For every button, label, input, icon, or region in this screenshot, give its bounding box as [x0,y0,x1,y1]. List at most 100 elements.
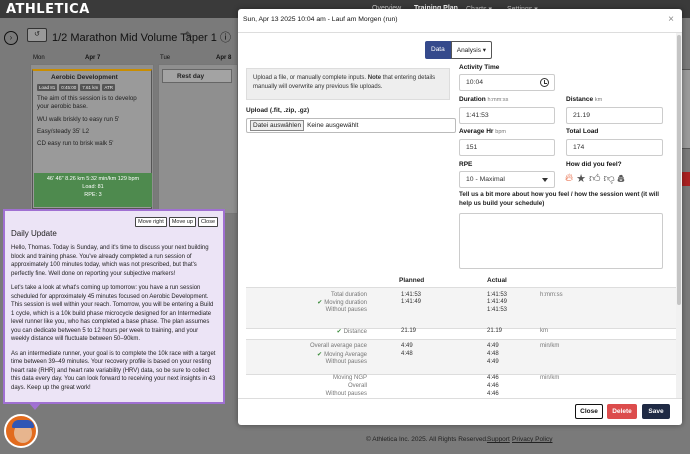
daily-update-title: Daily Update [11,229,57,238]
compare-unit-value: min/km [540,375,560,381]
day-column-tue [158,64,238,214]
compare-row-label: Overall average pace [309,343,367,349]
planned-header: Planned [399,277,425,284]
upload-info: Upload a file, or manually complete inpu… [246,68,450,100]
daily-update-paragraph: Let's take a look at what's coming up to… [11,285,214,343]
thumbs-down-icon[interactable]: 👎︎ [603,172,614,187]
chevron-down-icon [542,178,548,182]
tab-analysis[interactable]: Analysis ▾ [450,41,493,59]
daily-update-paragraph: As an intermediate runner, your goal is … [11,350,216,391]
session-title: Aerobic Development [51,74,118,81]
activity-time-input[interactable]: 10:04 [459,74,555,91]
check-icon: ✔ [317,300,323,306]
daily-update-paragraph: Hello, Thomas. Today is Sunday, and it's… [11,245,209,277]
day-header-mon: Mon [33,55,45,61]
rest-day-card[interactable]: Rest day [162,69,232,83]
session-step: WU walk briskly to easy run 5' [37,115,120,123]
session-stats: 46' 46" 8.26 km 5:32 min/km 129 bpm Load… [34,173,152,207]
compare-row-label: Overall [347,383,367,389]
compare-group-distance [246,328,676,337]
close-button[interactable]: Close [575,404,603,419]
delete-button[interactable]: Delete [607,404,637,419]
thumbs-up-icon[interactable]: 👍︎ [589,172,601,187]
tab-data[interactable]: Data [425,41,451,59]
compare-row-label: ✔ Moving Average [317,352,367,358]
check-icon: ✔ [336,329,342,335]
daily-update-controls: Move right Move up Close [135,217,218,227]
compare-unit-value: km [540,328,548,334]
modal-scroll-thumb[interactable] [677,35,681,305]
daily-close-button[interactable]: Close [197,217,218,227]
compare-row-label: Without pauses [325,391,367,397]
footer-copyright: © Athletica Inc. 2025. All Rights Reserv… [366,436,488,443]
distance-input[interactable]: 21.19 [566,107,663,124]
fire-icon[interactable]: 🔥︎ [565,172,573,187]
session-description: The aim of this session is to develop yo… [37,95,137,111]
compare-actual-value: 1:41:53 [487,292,508,298]
compare-actual-value: 4:46 [487,383,499,389]
duration-input[interactable]: 1:41:53 [459,107,555,124]
modal-title: Sun, Apr 13 2025 10:04 am - Lauf am Morg… [243,16,398,23]
actual-header: Actual [487,277,507,284]
compare-group-duration [246,287,676,328]
day-header-tue: Tue [160,55,171,61]
clock-icon[interactable] [540,78,549,87]
feel-label: How did you feel? [566,161,622,168]
compare-row-label: Without pauses [325,307,367,313]
activity-time-label: Activity Time [459,64,500,71]
compare-unit-value: min/km [540,343,560,349]
poop-icon[interactable]: 💩︎ [618,172,625,187]
footer-privacy-link[interactable]: Privacy Policy [512,436,552,443]
compare-planned-value: 21.19 [401,328,417,334]
edit-icon[interactable]: ✎ [185,30,193,41]
compare-planned-value: 4:48 [401,351,413,357]
rpe-select[interactable]: 10 - Maximal [459,171,555,188]
coach-avatar[interactable] [4,414,38,448]
check-icon: ✔ [317,352,323,358]
athletica-logo: ATHLETICA [6,2,90,17]
feedback-textarea[interactable] [459,213,663,269]
distance-label: Distance km [566,96,603,103]
total-load-input[interactable]: 174 [566,139,663,156]
file-status: Keine ausgewählt [307,122,359,129]
compare-row-label: Moving NGP [332,375,367,381]
compare-actual-value: 1:41:53 [487,307,508,313]
feedback-label: Tell us a bit more about how you feel / … [459,191,660,207]
file-upload-input[interactable]: Datei auswählen Keine ausgewählt [246,118,456,133]
compare-actual-value: 4:46 [487,375,499,381]
compare-row-label: ✔ Moving duration [317,300,367,306]
compare-actual-value: 4:49 [487,343,499,349]
choose-file-button[interactable]: Datei auswählen [250,120,305,131]
rpe-label: RPE [459,161,473,168]
modal-header: Sun, Apr 13 2025 10:04 am - Lauf am Morg… [238,9,682,33]
compare-actual-value: 21.19 [487,328,503,334]
close-icon[interactable]: × [668,14,674,25]
plan-title: 1/2 Marathon Mid Volume Taper 1 ⓘ [52,32,231,44]
star-icon[interactable]: ★ [576,172,586,187]
compare-planned-value: 1:41:49 [401,299,422,305]
day-header-date-2: Apr 8 [216,55,232,61]
save-button[interactable]: Save [642,404,670,419]
compare-actual-value: 1:41:49 [487,299,508,305]
avg-hr-input[interactable]: 151 [459,139,555,156]
compare-row-label: Without pauses [325,359,367,365]
session-tags: Load 81 0:45:00 7.61 km ATR [37,84,115,91]
move-right-button[interactable]: Move right [135,217,167,227]
compare-row-label: ✔ Distance [336,329,367,335]
duration-label: Duration h:mm:ss [459,96,509,103]
compare-actual-value: 4:46 [487,391,499,397]
day-header-date: Apr 7 [85,55,101,61]
upload-label: Upload (.fit, .zip, .gz) [246,107,310,114]
view-toggle: Data Analysis ▾ [425,41,493,59]
daily-update-panel: Move right Move up Close Daily Update He… [3,209,225,410]
compare-unit-value: h:mm:ss [540,292,563,298]
move-up-button[interactable]: Move up [168,217,196,227]
compare-row-label: Total duration [330,292,367,298]
history-button[interactable]: ↺ [27,28,47,42]
compare-actual-value: 4:49 [487,359,499,365]
footer-support-link[interactable]: Support [487,436,510,443]
chevron-right-icon[interactable]: › [4,31,18,45]
feel-options: 🔥︎ ★ 👍︎ 👎︎ 💩︎ [565,172,624,187]
avg-hr-label: Average Hr bpm [459,128,506,135]
total-load-label: Total Load [566,128,599,135]
